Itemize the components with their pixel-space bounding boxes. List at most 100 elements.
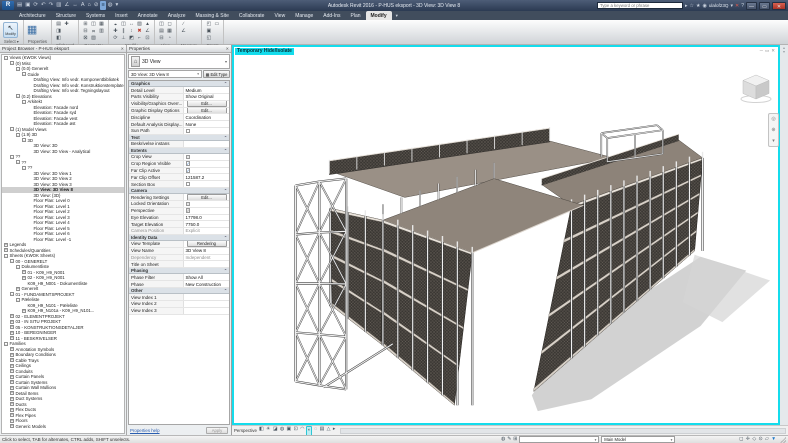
checkbox[interactable]: ✓ [186, 208, 191, 213]
tree-expander-icon[interactable]: - [4, 342, 8, 346]
text-icon[interactable]: A [80, 1, 86, 10]
property-value[interactable] [184, 294, 229, 300]
tree-expander-icon[interactable]: - [16, 133, 20, 137]
aligned-dimension-icon[interactable]: ↔ [71, 1, 79, 10]
editable-only-icon[interactable]: ✎ [507, 437, 511, 442]
ribbon-tab-massing-site[interactable]: Massing & Site [191, 11, 234, 20]
ribbon-tab-insert[interactable]: Insert [110, 11, 133, 20]
tree-expander-icon[interactable]: + [10, 391, 14, 395]
property-value[interactable] [184, 201, 229, 207]
tool-icon[interactable]: ⊟ [158, 36, 165, 41]
property-value[interactable] [184, 301, 229, 307]
tree-expander-icon[interactable]: + [10, 369, 14, 373]
tree-expander-icon[interactable]: + [10, 347, 14, 351]
select-by-face-icon[interactable]: ▱ [765, 437, 769, 442]
undo-icon[interactable]: ↶ [40, 1, 47, 10]
tool-icon[interactable]: ◫ [90, 22, 97, 27]
tool-icon[interactable]: ▧ [90, 36, 97, 41]
tree-expander-icon[interactable]: + [10, 375, 14, 379]
user-menu-caret-icon[interactable]: ▾ [731, 3, 734, 9]
property-value[interactable]: ✓ [184, 168, 229, 174]
tree-expander-icon[interactable]: + [4, 243, 8, 247]
tool-icon[interactable]: ⌐ [136, 36, 143, 41]
ribbon-tab-architecture[interactable]: Architecture [14, 11, 51, 20]
tool-icon[interactable]: ✚ [63, 22, 70, 27]
hide-analytical-model-icon[interactable]: △ [326, 426, 331, 436]
tree-expander-icon[interactable]: - [16, 94, 20, 98]
tool-icon[interactable]: ⟳ [112, 36, 119, 41]
tool-icon[interactable]: ↕ [128, 29, 135, 34]
tree-expander-icon[interactable]: - [10, 127, 14, 131]
view-minimize-icon[interactable]: ─ [760, 48, 763, 54]
tree-expander-icon[interactable]: - [22, 72, 26, 76]
vertical-scrollbar[interactable]: ▲▼ [780, 45, 788, 425]
tree-expander-icon[interactable]: + [10, 358, 14, 362]
tool-icon[interactable]: ▭ [213, 22, 220, 27]
tree-expander-icon[interactable]: - [4, 56, 8, 60]
close-icon[interactable]: ✕ [121, 46, 124, 51]
save-icon[interactable]: ▣ [24, 1, 31, 10]
instance-selector[interactable]: 3D View: 3D View 8 ▾ [128, 70, 202, 78]
active-workset-select[interactable]: ▾ [519, 436, 599, 443]
tree-expander-icon[interactable]: - [4, 254, 8, 258]
tree-expander-icon[interactable]: - [10, 259, 14, 263]
property-value[interactable] [184, 181, 229, 187]
tool-icon[interactable]: ⊡ [144, 36, 151, 41]
tool-icon[interactable]: ◩ [128, 36, 135, 41]
filter-icon[interactable]: ▼ [771, 437, 776, 442]
tree-expander-icon[interactable]: + [22, 309, 26, 313]
tree-expander-icon[interactable]: + [10, 320, 14, 324]
steering-wheel-icon[interactable]: ◎ [771, 116, 775, 122]
tree-expander-icon[interactable]: + [10, 424, 14, 428]
edit-button[interactable]: Edit... [187, 194, 227, 200]
viewcube[interactable] [739, 73, 775, 105]
tree-expander-icon[interactable]: - [22, 166, 26, 170]
subscription-center-icon[interactable]: ☆ [689, 3, 693, 9]
edit-button[interactable]: Rendering [187, 241, 227, 247]
tool-icon[interactable]: ▥ [98, 29, 105, 34]
tree-expander-icon[interactable]: + [10, 386, 14, 390]
ribbon-tab-annotate[interactable]: Annotate [133, 11, 163, 20]
tool-icon[interactable]: ∠ [180, 29, 187, 34]
tree-expander-icon[interactable]: + [10, 336, 14, 340]
tree-expander-icon[interactable]: + [22, 270, 26, 274]
tool-icon[interactable]: ⌖ [112, 22, 119, 28]
zoom-icon[interactable]: ⊕ [771, 127, 775, 133]
property-value[interactable] [184, 261, 229, 267]
browser-tree-item[interactable]: +Generic Models [2, 424, 124, 430]
ribbon-tab-modify[interactable]: Modify [366, 11, 392, 20]
exchange-apps-icon[interactable]: ✕ [735, 3, 739, 9]
tree-expander-icon[interactable]: + [10, 353, 14, 357]
help-icon[interactable]: ? [741, 3, 744, 9]
ribbon-tab-manage[interactable]: Manage [290, 11, 318, 20]
close-icon[interactable]: ✕ [772, 2, 786, 10]
checkbox[interactable] [186, 202, 191, 207]
app-menu-button[interactable]: R [2, 1, 14, 10]
tool-icon[interactable]: ↔ [128, 22, 135, 27]
ribbon-tab-view[interactable]: View [269, 11, 290, 20]
ribbon-tab-structure[interactable]: Structure [51, 11, 81, 20]
tree-expander-icon[interactable]: + [10, 402, 14, 406]
view-close-icon[interactable]: ✕ [771, 48, 775, 54]
property-value[interactable] [184, 154, 229, 160]
checkbox[interactable] [186, 155, 191, 160]
property-value[interactable]: Show All [184, 274, 229, 280]
tool-icon[interactable]: ▣ [205, 29, 212, 34]
rendering-dialog-icon[interactable]: ◍ [279, 426, 284, 436]
tree-expander-icon[interactable]: + [10, 380, 14, 384]
tree-expander-icon[interactable]: + [4, 248, 8, 252]
ribbon-display-toggle-icon[interactable]: ▾ [396, 13, 398, 20]
tool-icon[interactable]: ▦ [98, 22, 105, 27]
property-value[interactable]: 17798.0 [184, 215, 229, 221]
navbar-expand-icon[interactable]: ▾ [772, 138, 775, 144]
checkbox[interactable] [186, 182, 191, 187]
property-value[interactable]: Medium [184, 87, 229, 93]
property-value[interactable]: Edit... [184, 194, 229, 200]
tree-expander-icon[interactable]: - [10, 61, 14, 65]
tree-expander-icon[interactable]: - [16, 67, 20, 71]
ribbon-tab-collaborate[interactable]: Collaborate [234, 11, 270, 20]
sun-path-icon[interactable]: ☀ [266, 426, 271, 436]
properties-big-icon[interactable]: ▦ [27, 23, 37, 37]
view-restore-icon[interactable]: ▭ [765, 48, 769, 54]
show-crop-region-icon[interactable]: ⊡ [293, 426, 298, 436]
